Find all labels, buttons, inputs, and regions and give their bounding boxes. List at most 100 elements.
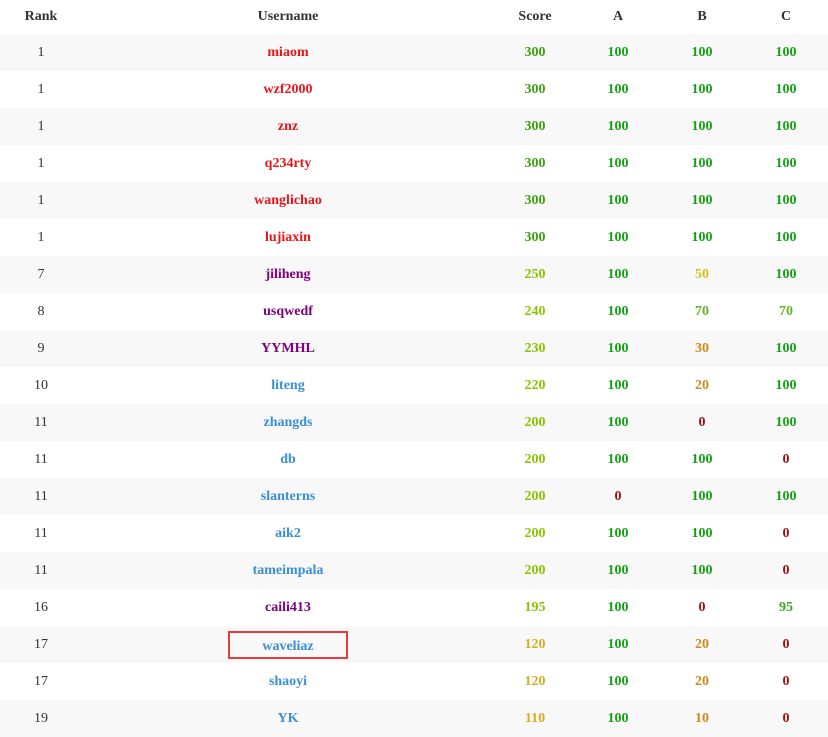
- problem-c-score[interactable]: 100: [744, 367, 828, 404]
- username-header[interactable]: Username: [82, 0, 494, 34]
- username-link[interactable]: lujiaxin: [82, 219, 494, 256]
- score-cell: 230: [494, 330, 576, 367]
- problem-b-score[interactable]: 100: [660, 34, 744, 71]
- problem-a-score[interactable]: 100: [576, 515, 660, 552]
- problem-b-score[interactable]: 100: [660, 108, 744, 145]
- problem-b-score[interactable]: 100: [660, 145, 744, 182]
- problem-c-score[interactable]: 0: [744, 515, 828, 552]
- problem-b-score[interactable]: 100: [660, 515, 744, 552]
- problem-a-score[interactable]: 100: [576, 34, 660, 71]
- rank-cell: 17: [34, 673, 48, 689]
- problem-a-score[interactable]: 100: [576, 552, 660, 589]
- problem-c-score[interactable]: 0: [744, 700, 828, 737]
- problem-c-score[interactable]: 100: [744, 71, 828, 108]
- problem-b-score[interactable]: 100: [660, 478, 744, 515]
- username-link[interactable]: YYMHL: [82, 330, 494, 367]
- username-link[interactable]: jiliheng: [82, 256, 494, 293]
- problem-b-score[interactable]: 50: [660, 256, 744, 293]
- problem-a-score[interactable]: 100: [576, 145, 660, 182]
- problem-a-score[interactable]: 100: [576, 367, 660, 404]
- problem-b-score[interactable]: 0: [660, 404, 744, 441]
- username-link[interactable]: q234rty: [82, 145, 494, 182]
- highlighted-username-link[interactable]: waveliaz: [228, 630, 348, 659]
- problem-a-score[interactable]: 100: [576, 626, 660, 663]
- problem-a-score[interactable]: 100: [576, 589, 660, 626]
- username-link[interactable]: aik2: [82, 515, 494, 552]
- rank-header[interactable]: Rank: [0, 0, 82, 34]
- problem-a-score[interactable]: 100: [576, 700, 660, 737]
- username-link[interactable]: caili413: [82, 589, 494, 626]
- problem-b-score[interactable]: 20: [660, 663, 744, 700]
- problem-c-score[interactable]: 0: [744, 441, 828, 478]
- score-cell: 300: [494, 108, 576, 145]
- problem-c-score[interactable]: 100: [744, 145, 828, 182]
- username-link[interactable]: liteng: [82, 367, 494, 404]
- username-link[interactable]: YK: [82, 700, 494, 737]
- problem-c-score[interactable]: 100: [744, 330, 828, 367]
- problem-b-score[interactable]: 100: [660, 182, 744, 219]
- score-header[interactable]: Score: [494, 0, 576, 34]
- score-cell: 110: [494, 700, 576, 737]
- score-cell: 120: [524, 673, 546, 689]
- username-link[interactable]: wanglichao: [82, 182, 494, 219]
- problem-b-score[interactable]: 0: [660, 589, 744, 626]
- problem-a-score[interactable]: 100: [576, 663, 660, 700]
- problem-b-score[interactable]: 100: [660, 552, 744, 589]
- rank-cell: 11: [0, 404, 82, 441]
- problem-c-score[interactable]: 100: [744, 34, 828, 71]
- problem-b-score[interactable]: 10: [660, 700, 744, 737]
- problem-a-score[interactable]: 100: [576, 219, 660, 256]
- problem-c-header[interactable]: C: [744, 0, 828, 34]
- username-link[interactable]: znz: [82, 108, 494, 145]
- username-link[interactable]: slanterns: [82, 478, 494, 515]
- score-cell: 120: [494, 626, 576, 663]
- problem-c-score[interactable]: 0: [744, 663, 828, 700]
- score-cell: 300: [494, 34, 576, 71]
- problem-a-score[interactable]: 100: [576, 330, 660, 367]
- username-link[interactable]: zhangds: [82, 404, 494, 441]
- score-cell: 200: [494, 552, 576, 589]
- problem-b-header[interactable]: B: [660, 0, 744, 34]
- problem-a-score[interactable]: 100: [576, 404, 660, 441]
- problem-b-score[interactable]: 70: [660, 293, 744, 330]
- table-row: 1 q234rty 300 100 100 100: [0, 145, 828, 182]
- problem-c-score[interactable]: 100: [744, 182, 828, 219]
- table-row: 11 zhangds 200 100 0 100: [0, 404, 828, 441]
- problem-c-score[interactable]: 95: [744, 589, 828, 626]
- problem-a-score[interactable]: 100: [576, 182, 660, 219]
- problem-a-score[interactable]: 100: [576, 108, 660, 145]
- rank-cell: 16: [34, 599, 48, 615]
- problem-b-score[interactable]: 100: [660, 441, 744, 478]
- username-link[interactable]: wzf2000: [82, 71, 494, 108]
- problem-c-score[interactable]: 100: [744, 256, 828, 293]
- username-link[interactable]: usqwedf: [82, 293, 494, 330]
- problem-c-score[interactable]: 100: [744, 404, 828, 441]
- problem-c-score[interactable]: 70: [744, 293, 828, 330]
- problem-b-score[interactable]: 20: [660, 367, 744, 404]
- rank-cell: 7: [0, 256, 82, 293]
- table-row: 11 slanterns 200 0 100 100: [0, 478, 828, 515]
- problem-a-header[interactable]: A: [576, 0, 660, 34]
- problem-c-score[interactable]: 100: [744, 478, 828, 515]
- problem-a-score[interactable]: 100: [576, 293, 660, 330]
- problem-a-score[interactable]: 100: [576, 256, 660, 293]
- problem-a-score[interactable]: 0: [576, 478, 660, 515]
- problem-a-score[interactable]: 100: [576, 441, 660, 478]
- table-row: 8 usqwedf 240 100 70 70: [0, 293, 828, 330]
- username-link[interactable]: db: [82, 441, 494, 478]
- problem-c-score[interactable]: 0: [744, 626, 828, 663]
- table-row: 19 YK 110 100 10 0: [0, 700, 828, 737]
- problem-a-score[interactable]: 100: [576, 71, 660, 108]
- problem-c-score[interactable]: 100: [744, 219, 828, 256]
- problem-b-score[interactable]: 30: [660, 330, 744, 367]
- username-link[interactable]: shaoyi: [82, 663, 494, 700]
- score-cell: 220: [524, 377, 546, 393]
- score-cell: 300: [524, 81, 546, 97]
- problem-c-score[interactable]: 100: [744, 108, 828, 145]
- username-link[interactable]: miaom: [82, 34, 494, 71]
- problem-b-score[interactable]: 100: [660, 71, 744, 108]
- username-link[interactable]: tameimpala: [82, 552, 494, 589]
- problem-b-score[interactable]: 100: [660, 219, 744, 256]
- problem-c-score[interactable]: 0: [744, 552, 828, 589]
- problem-b-score[interactable]: 20: [660, 626, 744, 663]
